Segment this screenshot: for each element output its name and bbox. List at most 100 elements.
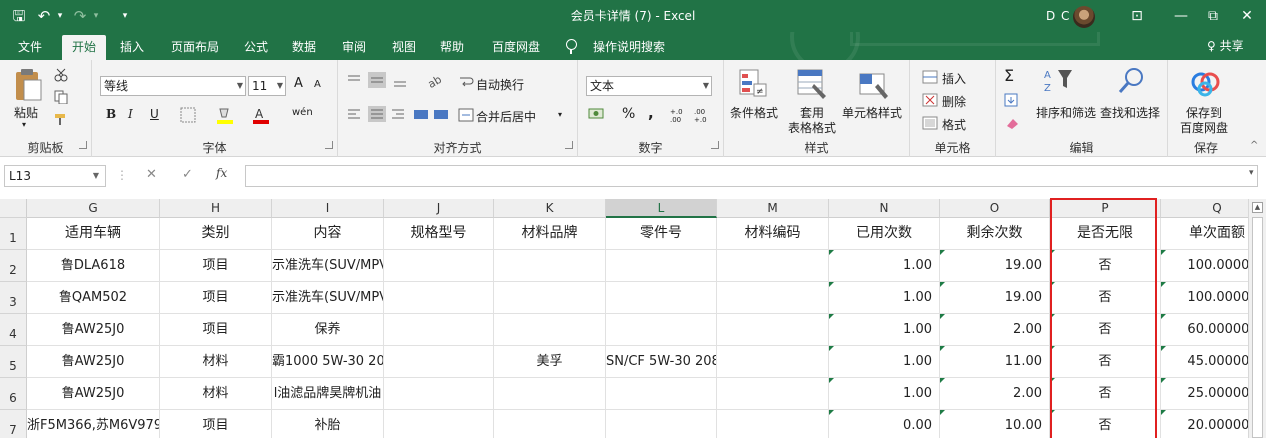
cell-j2[interactable]	[384, 250, 494, 282]
avatar[interactable]	[1073, 6, 1095, 28]
cell-l4[interactable]	[606, 314, 717, 346]
vertical-scrollbar[interactable]: ▲	[1248, 199, 1266, 438]
cell-j7[interactable]	[384, 410, 494, 438]
cell-p7[interactable]: 否	[1050, 410, 1161, 438]
name-box[interactable]: L13 ▼	[4, 165, 106, 187]
cell-styles-button[interactable]: 单元格样式	[842, 104, 902, 121]
cell-q2[interactable]: 100.000000	[1161, 250, 1248, 282]
paste-button[interactable]: 粘贴	[14, 104, 38, 121]
header-cell-i[interactable]: 内容	[272, 218, 384, 250]
font-name-combo[interactable]: 等线 ▼	[100, 76, 246, 96]
cell-g6[interactable]: 鲁AW25J0	[27, 378, 160, 410]
cell-k7[interactable]	[494, 410, 606, 438]
cell-q5[interactable]: 45.0000000	[1161, 346, 1248, 378]
find-select-icon[interactable]	[1116, 66, 1146, 96]
copy-icon[interactable]	[54, 90, 68, 104]
sort-filter-icon[interactable]: AZ	[1042, 66, 1074, 96]
format-painter-icon[interactable]	[54, 112, 68, 126]
column-header-o[interactable]: O	[940, 199, 1050, 218]
cell-k2[interactable]	[494, 250, 606, 282]
header-cell-g[interactable]: 适用车辆	[27, 218, 160, 250]
cell-h2[interactable]: 项目	[160, 250, 272, 282]
cell-q3[interactable]: 100.000000	[1161, 282, 1248, 314]
cell-q4[interactable]: 60.0000000	[1161, 314, 1248, 346]
number-format-combo[interactable]: 文本 ▼	[586, 76, 712, 96]
cell-i7[interactable]: 补胎	[272, 410, 384, 438]
column-header-n[interactable]: N	[829, 199, 940, 218]
percent-button[interactable]: %	[622, 106, 635, 122]
cell-q7[interactable]: 20.0000000	[1161, 410, 1248, 438]
cell-p3[interactable]: 否	[1050, 282, 1161, 314]
pinyin-button[interactable]: wén	[292, 107, 313, 118]
baidu-netdisk-icon[interactable]	[1190, 70, 1220, 98]
header-cell-l[interactable]: 零件号	[606, 218, 717, 250]
row-header-3[interactable]: 3	[0, 282, 27, 314]
orientation-icon[interactable]: ab	[426, 72, 444, 88]
tab-insert[interactable]: 插入	[112, 35, 152, 60]
number-launcher-icon[interactable]	[711, 141, 719, 149]
cell-k3[interactable]	[494, 282, 606, 314]
cell-h7[interactable]: 项目	[160, 410, 272, 438]
italic-button[interactable]: I	[128, 107, 133, 121]
cell-l2[interactable]	[606, 250, 717, 282]
cell-h5[interactable]: 材料	[160, 346, 272, 378]
tab-review[interactable]: 审阅	[334, 35, 374, 60]
cell-j3[interactable]	[384, 282, 494, 314]
column-header-j[interactable]: J	[384, 199, 494, 218]
undo-icon[interactable]: ↶	[34, 0, 54, 32]
insert-cells-icon[interactable]	[922, 70, 938, 84]
redo-icon[interactable]: ↷	[70, 0, 90, 32]
header-cell-p[interactable]: 是否无限	[1050, 218, 1161, 250]
row-header-1[interactable]: 1	[0, 218, 27, 250]
font-color-icon[interactable]: A	[252, 106, 270, 124]
cell-k4[interactable]	[494, 314, 606, 346]
borders-icon[interactable]	[180, 107, 196, 123]
find-select-button[interactable]: 查找和选择	[1100, 104, 1160, 121]
cell-g3[interactable]: 鲁QAM502	[27, 282, 160, 314]
cell-n6[interactable]: 1.00	[829, 378, 940, 410]
header-cell-o[interactable]: 剩余次数	[940, 218, 1050, 250]
tell-me-search[interactable]: 操作说明搜索	[586, 35, 672, 60]
cut-icon[interactable]	[54, 68, 68, 82]
cell-o2[interactable]: 19.00	[940, 250, 1050, 282]
scroll-thumb[interactable]	[1252, 217, 1263, 438]
comma-button[interactable]: ,	[648, 104, 654, 122]
cell-i4[interactable]: 保养	[272, 314, 384, 346]
save-to-netdisk-button[interactable]: 百度网盘	[1180, 119, 1228, 136]
cell-g2[interactable]: 鲁DLA618	[27, 250, 160, 282]
delete-cells-icon[interactable]	[922, 93, 938, 107]
shrink-font-button[interactable]: A	[314, 79, 321, 90]
row-header-2[interactable]: 2	[0, 250, 27, 282]
tab-view[interactable]: 视图	[384, 35, 424, 60]
wrap-text-icon[interactable]	[458, 74, 474, 90]
cell-p5[interactable]: 否	[1050, 346, 1161, 378]
cell-m3[interactable]	[717, 282, 829, 314]
cell-m6[interactable]	[717, 378, 829, 410]
tab-help[interactable]: 帮助	[432, 35, 472, 60]
cell-i3[interactable]: 示准洗车(SUV/MPV	[272, 282, 384, 314]
cell-o6[interactable]: 2.00	[940, 378, 1050, 410]
cell-p6[interactable]: 否	[1050, 378, 1161, 410]
header-cell-j[interactable]: 规格型号	[384, 218, 494, 250]
column-header-l[interactable]: L	[606, 199, 717, 218]
customize-quick-access-icon[interactable]: ▾	[118, 0, 132, 32]
cell-m4[interactable]	[717, 314, 829, 346]
tab-home[interactable]: 开始	[62, 35, 106, 60]
paste-dropdown-icon[interactable]: ▾	[22, 120, 26, 129]
merge-center-icon[interactable]	[458, 108, 474, 122]
column-header-m[interactable]: M	[717, 199, 829, 218]
insert-cells-button[interactable]: 插入	[942, 70, 966, 87]
share-button[interactable]: ♀ 共享	[1207, 32, 1244, 60]
font-launcher-icon[interactable]	[325, 141, 333, 149]
restore-button[interactable]: ⧉	[1196, 0, 1230, 32]
sort-filter-button[interactable]: 排序和筛选	[1036, 104, 1096, 121]
column-header-p[interactable]: P	[1050, 199, 1161, 218]
header-cell-h[interactable]: 类别	[160, 218, 272, 250]
expand-formula-bar-icon[interactable]: ▾	[1249, 168, 1254, 178]
tab-data[interactable]: 数据	[284, 35, 324, 60]
delete-cells-button[interactable]: 删除	[942, 93, 966, 110]
cell-p4[interactable]: 否	[1050, 314, 1161, 346]
conditional-formatting-icon[interactable]: ≠	[738, 68, 768, 100]
grow-font-button[interactable]: A	[294, 76, 303, 91]
underline-button[interactable]: U	[150, 107, 159, 121]
